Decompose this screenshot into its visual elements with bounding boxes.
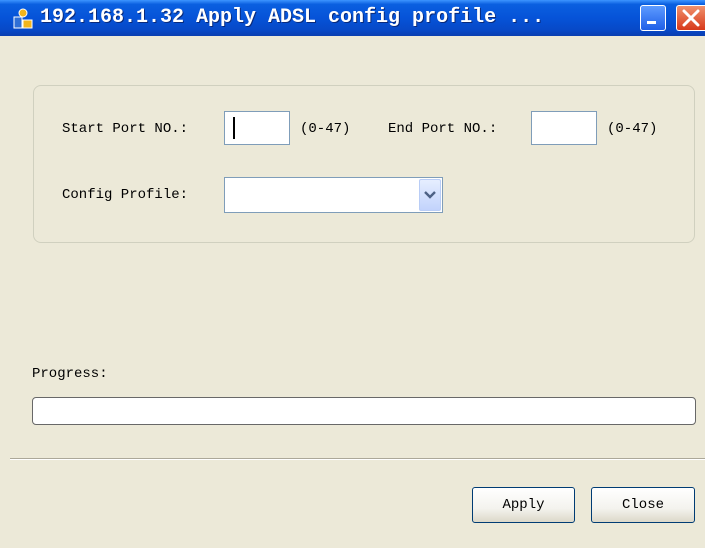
dropdown-button[interactable]	[419, 179, 441, 211]
port-settings-group	[33, 85, 695, 243]
apply-button[interactable]: Apply	[472, 487, 575, 523]
start-port-input[interactable]	[224, 111, 290, 145]
progress-bar	[32, 397, 696, 425]
text-caret	[233, 117, 235, 139]
minimize-button[interactable]	[640, 5, 666, 31]
window-title: 192.168.1.32 Apply ADSL config profile .…	[40, 6, 545, 29]
app-icon	[12, 8, 34, 30]
close-button[interactable]: Close	[591, 487, 695, 523]
separator-highlight	[10, 459, 705, 460]
chevron-down-icon	[424, 191, 436, 199]
end-port-range-hint: (0-47)	[607, 121, 658, 137]
progress-label: Progress:	[32, 366, 108, 382]
config-profile-select[interactable]	[224, 177, 443, 213]
start-port-label: Start Port NO.:	[62, 121, 189, 137]
close-window-button[interactable]	[676, 5, 705, 31]
close-icon	[682, 9, 700, 27]
end-port-input[interactable]	[531, 111, 597, 145]
title-bar[interactable]: 192.168.1.32 Apply ADSL config profile .…	[0, 0, 705, 36]
config-profile-label: Config Profile:	[62, 187, 189, 203]
end-port-label: End Port NO.:	[388, 121, 498, 137]
start-port-range-hint: (0-47)	[300, 121, 351, 137]
